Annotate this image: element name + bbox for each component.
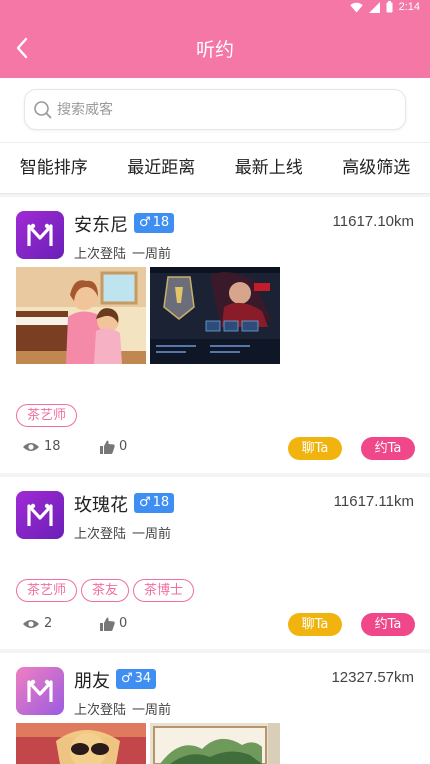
likes-stat[interactable]: 0 bbox=[100, 439, 127, 454]
last-login-time: 一周前 bbox=[132, 247, 172, 262]
page-title: 听约 bbox=[195, 39, 234, 61]
last-login-time: 一周前 bbox=[132, 703, 172, 718]
eye-icon bbox=[23, 619, 39, 628]
eye-icon bbox=[23, 442, 39, 451]
user-card[interactable]: 玫瑰花 ♂ 18 11617.11km 上次登陆 一周前 茶艺师 茶友 茶博士 2… bbox=[0, 477, 430, 649]
views-stat: 2 bbox=[22, 616, 52, 631]
search-section bbox=[0, 78, 430, 142]
views-stat: 18 bbox=[22, 439, 61, 454]
last-login: 上次登陆 一周前 bbox=[74, 699, 171, 718]
last-login: 上次登陆 一周前 bbox=[74, 243, 171, 262]
last-login-label: 上次登陆 bbox=[74, 703, 127, 718]
views-count: 18 bbox=[44, 439, 61, 454]
likes-count: 0 bbox=[119, 616, 128, 631]
date-button[interactable]: 约Ta bbox=[361, 437, 415, 460]
user-name[interactable]: 安东尼 bbox=[74, 211, 128, 237]
sort-tabs: 智能排序 最近距离 最新上线 高级筛选 bbox=[0, 142, 430, 194]
status-bar: 2:14 bbox=[0, 0, 430, 18]
avatar[interactable] bbox=[16, 491, 64, 539]
gender-age-badge: ♂ 18 bbox=[134, 493, 175, 513]
signal-icon bbox=[368, 1, 380, 13]
tab-advanced-filter[interactable]: 高级筛选 bbox=[323, 143, 430, 193]
app-logo-icon bbox=[27, 223, 53, 246]
last-login-label: 上次登陆 bbox=[74, 527, 127, 542]
distance: 11617.10km bbox=[332, 213, 414, 230]
distance: 11617.11km bbox=[333, 493, 414, 510]
chat-button[interactable]: 聊Ta bbox=[288, 437, 342, 460]
tag: 茶博士 bbox=[133, 579, 195, 602]
likes-count: 0 bbox=[119, 439, 128, 454]
wifi-icon bbox=[349, 2, 363, 12]
male-icon: ♂ bbox=[121, 671, 133, 686]
user-name[interactable]: 朋友 bbox=[74, 667, 110, 693]
user-photo[interactable] bbox=[16, 723, 146, 764]
thumbs-up-icon bbox=[100, 440, 115, 454]
last-login-time: 一周前 bbox=[132, 527, 172, 542]
likes-stat[interactable]: 0 bbox=[100, 616, 127, 631]
distance: 12327.57km bbox=[331, 669, 414, 686]
age: 18 bbox=[152, 215, 170, 230]
thumbs-up-icon bbox=[100, 617, 115, 631]
user-photo[interactable] bbox=[16, 267, 146, 364]
tab-smart-sort[interactable]: 智能排序 bbox=[0, 143, 108, 193]
age: 34 bbox=[134, 671, 152, 686]
tab-nearest[interactable]: 最近距离 bbox=[108, 143, 216, 193]
last-login: 上次登陆 一周前 bbox=[74, 523, 171, 542]
gender-age-badge: ♂ 18 bbox=[134, 213, 175, 233]
male-icon: ♂ bbox=[139, 495, 151, 510]
user-card[interactable]: 安东尼 ♂ 18 11617.10km 上次登陆 一周前 茶艺师 18 0 聊T… bbox=[0, 197, 430, 473]
app-logo-icon bbox=[27, 503, 53, 526]
avatar[interactable] bbox=[16, 667, 64, 715]
search-box[interactable] bbox=[24, 89, 406, 130]
male-icon: ♂ bbox=[139, 215, 151, 230]
user-name[interactable]: 玫瑰花 bbox=[74, 491, 128, 517]
tab-newest-online[interactable]: 最新上线 bbox=[215, 143, 323, 193]
avatar[interactable] bbox=[16, 211, 64, 259]
tag-list: 茶艺师 茶友 茶博士 bbox=[16, 579, 195, 602]
status-time: 2:14 bbox=[398, 1, 420, 13]
tag: 茶友 bbox=[81, 579, 130, 602]
age: 18 bbox=[152, 495, 170, 510]
search-input[interactable] bbox=[57, 90, 387, 129]
date-button[interactable]: 约Ta bbox=[361, 613, 415, 636]
user-card[interactable]: 朋友 ♂ 34 12327.57km 上次登陆 一周前 bbox=[0, 653, 430, 764]
app-logo-icon bbox=[27, 679, 53, 702]
last-login-label: 上次登陆 bbox=[74, 247, 127, 262]
tag-list: 茶艺师 bbox=[16, 404, 78, 427]
battery-icon bbox=[386, 1, 393, 13]
tag: 茶艺师 bbox=[16, 404, 78, 427]
gender-age-badge: ♂ 34 bbox=[116, 669, 157, 689]
views-count: 2 bbox=[44, 616, 53, 631]
chat-button[interactable]: 聊Ta bbox=[288, 613, 342, 636]
user-photo[interactable] bbox=[150, 723, 280, 764]
search-icon bbox=[34, 101, 52, 119]
tag: 茶艺师 bbox=[16, 579, 78, 602]
app-header: 听约 bbox=[0, 18, 430, 78]
user-photo[interactable] bbox=[150, 267, 280, 364]
